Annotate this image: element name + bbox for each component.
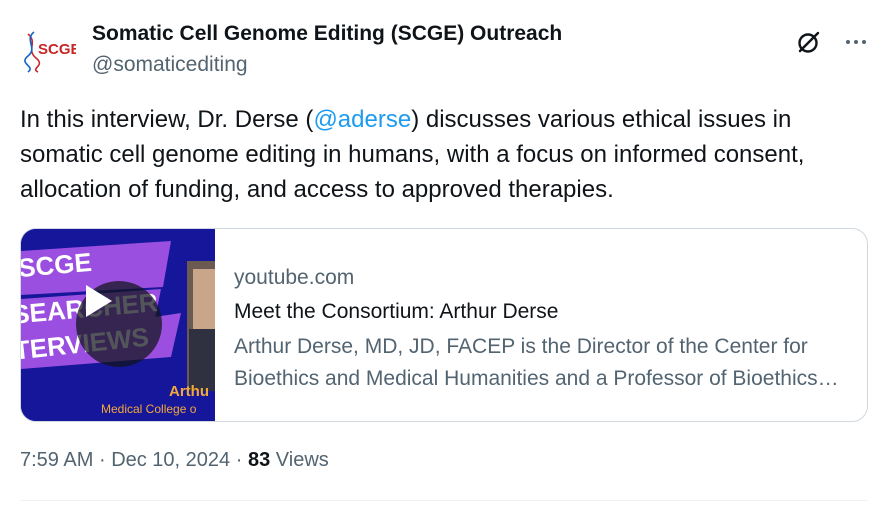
more-options-icon[interactable]	[842, 28, 870, 56]
divider	[20, 500, 868, 501]
card-body[interactable]: youtube.com Meet the Consortium: Arthur …	[234, 263, 844, 395]
card-title: Meet the Consortium: Arthur Derse	[234, 300, 559, 323]
thumbnail-name-text: Arthu	[169, 383, 209, 400]
views-label: Views	[275, 449, 329, 471]
play-button[interactable]	[76, 281, 162, 367]
mention-link[interactable]: @aderse	[313, 106, 411, 133]
scge-logo: SCGE	[24, 31, 76, 73]
author-handle[interactable]: @somaticediting	[92, 53, 248, 77]
author-name[interactable]: Somatic Cell Genome Editing (SCGE) Outre…	[92, 22, 562, 46]
tweet-date[interactable]: Dec 10, 2024	[111, 449, 230, 471]
tweet-text: In this interview, Dr. Derse (@aderse) d…	[20, 102, 870, 207]
avatar-logo-text: SCGE	[38, 41, 76, 58]
tweet-time[interactable]: 7:59 AM	[20, 449, 93, 471]
meta-separator: ·	[235, 449, 243, 471]
grok-icon[interactable]	[795, 28, 823, 56]
card-domain: youtube.com	[234, 266, 355, 289]
thumbnail-org-text: Medical College o	[101, 402, 197, 416]
meta-separator: ·	[98, 449, 106, 471]
play-icon	[86, 285, 112, 317]
card-description: Arthur Derse, MD, JD, FACEP is the Direc…	[234, 335, 818, 390]
tweet-meta: 7:59 AM · Dec 10, 2024 · 83 Views	[20, 449, 329, 472]
author-avatar[interactable]: SCGE	[20, 28, 76, 74]
link-preview-card[interactable]: SCGE SEARCHER TERVIEWS Arthu Medical Col…	[20, 228, 868, 422]
views-count: 83	[247, 449, 271, 471]
tweet-text-part: In this interview, Dr. Derse (	[20, 106, 314, 133]
video-thumbnail[interactable]: SCGE SEARCHER TERVIEWS Arthu Medical Col…	[21, 229, 215, 421]
